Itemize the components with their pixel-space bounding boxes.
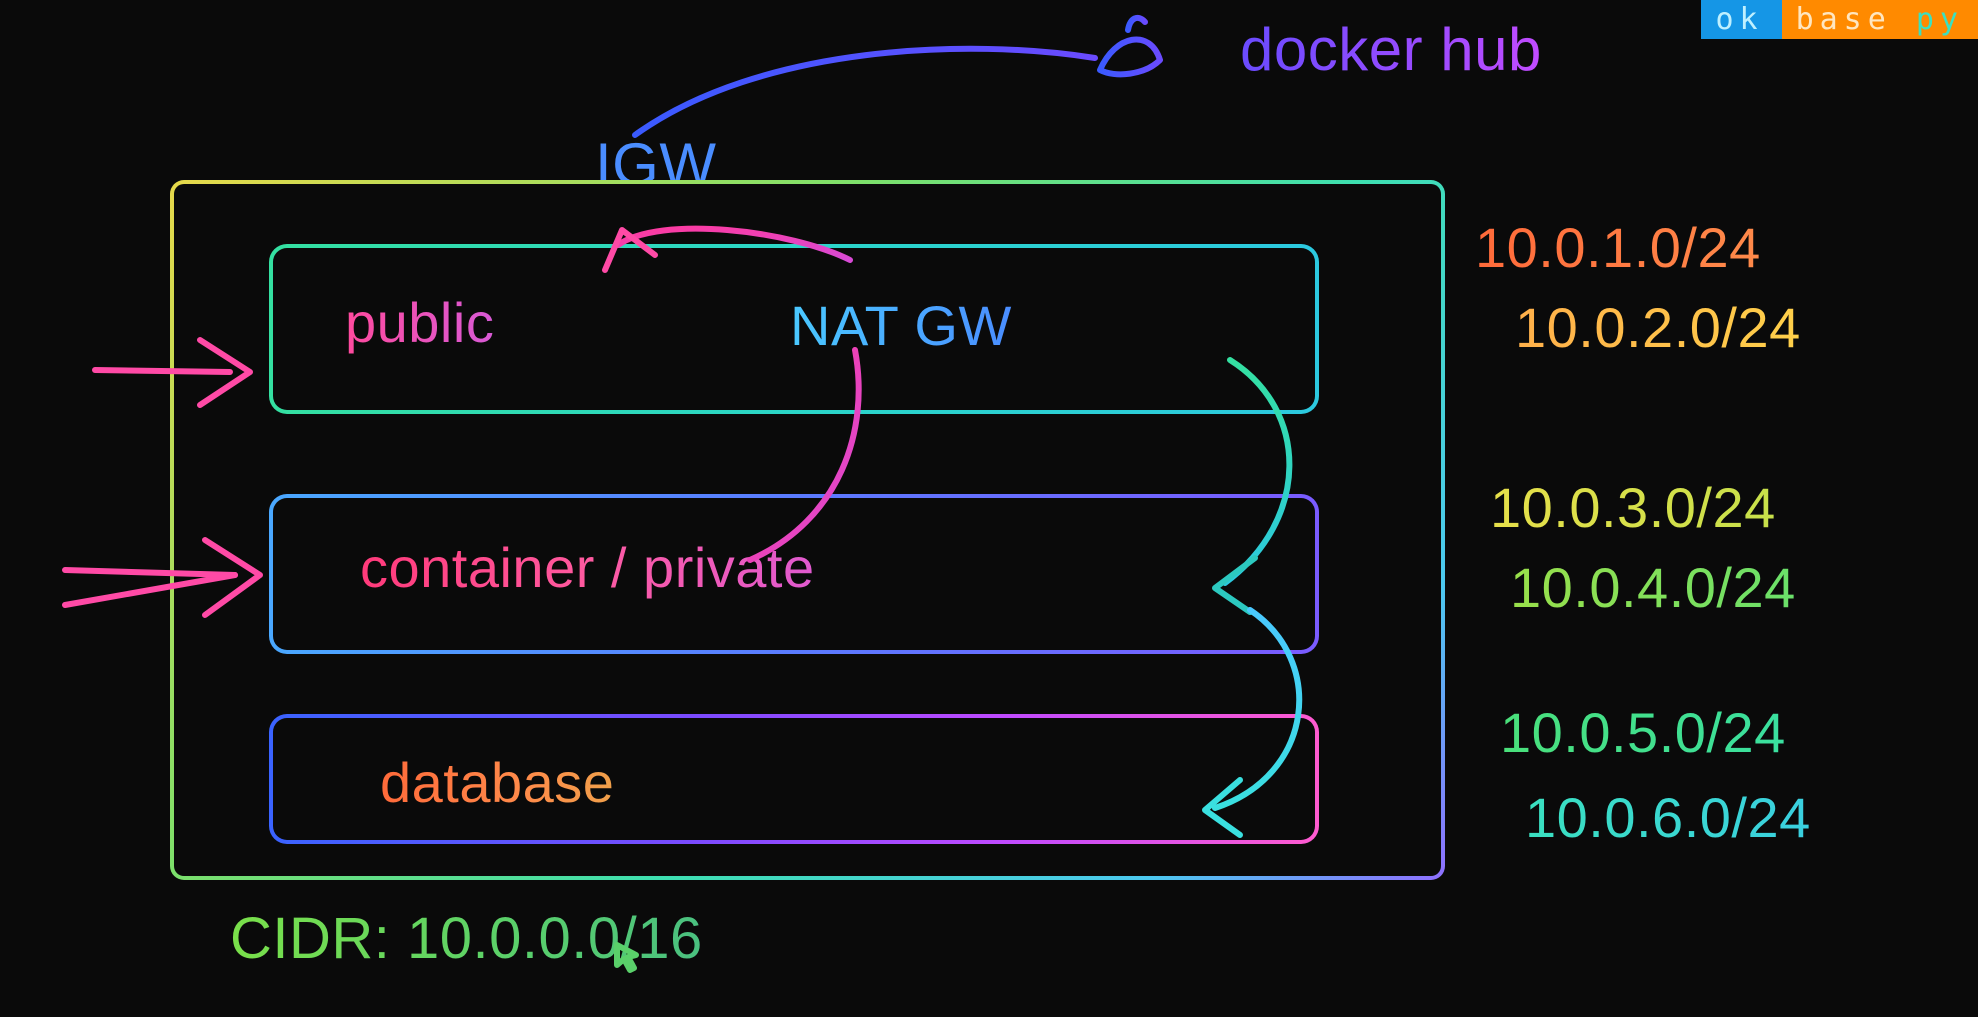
status-badge: ok base py [1701, 0, 1978, 39]
status-env: base py [1782, 0, 1978, 39]
cidr-db-2: 10.0.6.0/24 [1525, 785, 1811, 850]
funnel-icon [1100, 39, 1160, 74]
arrow-igw-to-docker [635, 49, 1095, 135]
cidr-private-1: 10.0.3.0/24 [1490, 475, 1776, 540]
cidr-public-1: 10.0.1.0/24 [1475, 215, 1761, 280]
cidr-public-2: 10.0.2.0/24 [1515, 295, 1801, 360]
public-label: public [345, 290, 494, 355]
database-label: database [380, 750, 614, 815]
funnel-top-icon [1128, 18, 1145, 30]
vpc-box [170, 180, 1445, 880]
cidr-db-1: 10.0.5.0/24 [1500, 700, 1786, 765]
diagram-canvas: ok base py docker hub IGW public NAT GW … [0, 0, 1978, 1017]
cidr-label: CIDR: 10.0.0.0/16 [230, 905, 703, 972]
lang-label: py [1916, 2, 1964, 37]
env-label: base [1796, 2, 1892, 37]
docker-hub-label: docker hub [1240, 15, 1542, 84]
vpc-inner [174, 184, 1441, 876]
cidr-private-2: 10.0.4.0/24 [1510, 555, 1796, 620]
nat-gw-label: NAT GW [790, 293, 1012, 358]
private-label: container / private [360, 535, 815, 600]
status-ok: ok [1701, 0, 1781, 39]
